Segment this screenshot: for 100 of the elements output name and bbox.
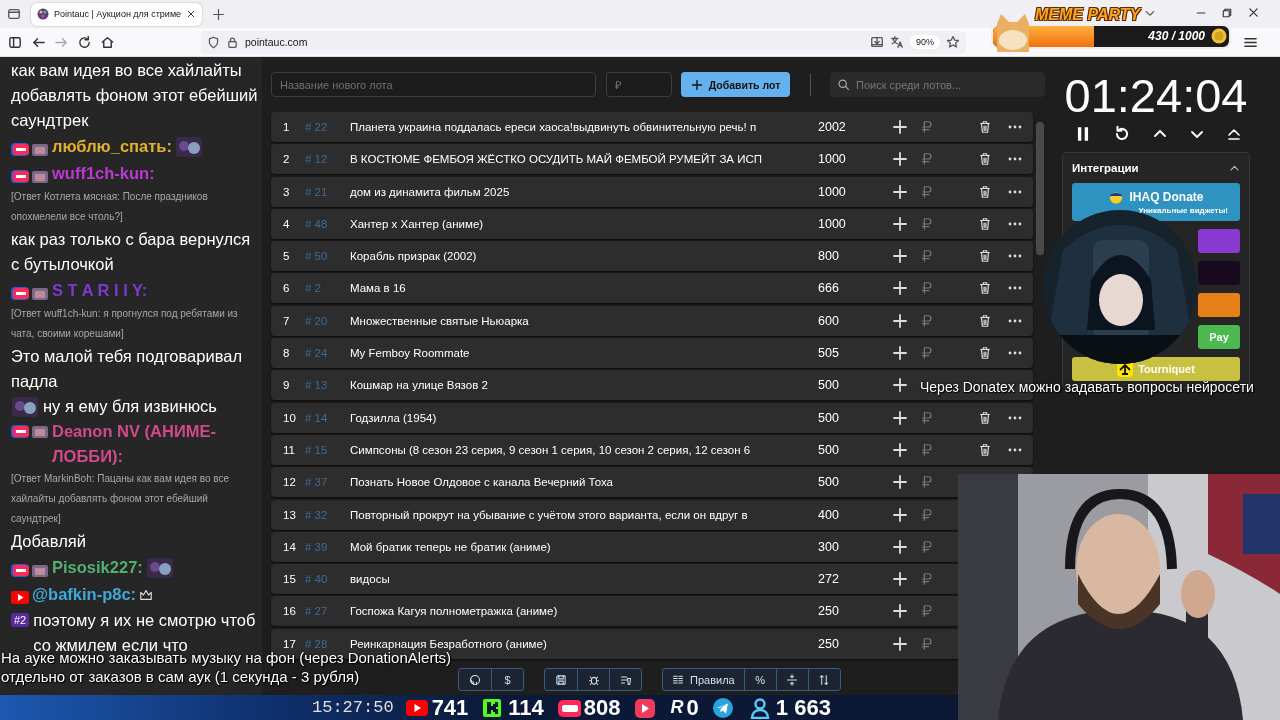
download-icon[interactable] bbox=[870, 35, 884, 49]
ruble-icon[interactable] bbox=[920, 604, 934, 619]
delete-icon[interactable] bbox=[978, 410, 992, 425]
lot-id: # 22 bbox=[305, 121, 329, 133]
close-tab-icon[interactable] bbox=[186, 9, 197, 19]
add-lot-button[interactable]: Добавить лот bbox=[681, 72, 790, 97]
add-icon[interactable] bbox=[892, 312, 908, 329]
username: Pisosik227: bbox=[52, 557, 143, 578]
bug-icon bbox=[587, 673, 600, 686]
delete-icon[interactable] bbox=[978, 313, 992, 328]
ruble-icon[interactable] bbox=[920, 475, 934, 490]
ruble-icon[interactable] bbox=[920, 346, 934, 361]
add-icon[interactable] bbox=[892, 571, 908, 588]
delete-icon[interactable] bbox=[978, 216, 992, 231]
ruble-icon[interactable] bbox=[920, 410, 934, 425]
tab-list-icon[interactable] bbox=[7, 7, 21, 21]
home-icon[interactable] bbox=[100, 34, 115, 50]
ruble-icon[interactable] bbox=[920, 120, 934, 134]
add-icon[interactable] bbox=[892, 474, 908, 491]
lot-index: 2 bbox=[283, 153, 291, 166]
lot-title: видосы bbox=[350, 573, 391, 586]
shield-icon[interactable] bbox=[207, 35, 220, 49]
lot-index: 9 bbox=[283, 379, 291, 392]
lot-index: 10 bbox=[283, 411, 297, 424]
subscriber-badge-icon bbox=[31, 425, 49, 439]
add-icon[interactable] bbox=[892, 377, 908, 394]
add-icon[interactable] bbox=[892, 345, 908, 362]
live-badge-icon bbox=[11, 563, 29, 577]
add-icon[interactable] bbox=[892, 183, 908, 200]
subscriber-badge-icon bbox=[31, 563, 49, 578]
new-tab-icon[interactable] bbox=[212, 7, 226, 21]
add-icon[interactable] bbox=[892, 603, 908, 620]
lot-id: # 2 bbox=[305, 282, 322, 295]
delete-icon[interactable] bbox=[978, 152, 992, 167]
add-icon[interactable] bbox=[892, 538, 908, 555]
restore-icon[interactable] bbox=[1221, 6, 1233, 19]
star-icon[interactable] bbox=[946, 35, 960, 49]
reset-icon[interactable] bbox=[1113, 125, 1131, 143]
add-icon[interactable] bbox=[892, 506, 908, 523]
subscriber-badge-icon bbox=[31, 286, 49, 301]
clock: 15:27:50 bbox=[312, 698, 394, 717]
live-badge-icon bbox=[11, 169, 29, 183]
lot-amount: 505 bbox=[817, 346, 840, 361]
username: Deanon NV (АНИМЕ-ЛОББИ): bbox=[52, 421, 218, 467]
sidebar-icon[interactable] bbox=[8, 34, 23, 50]
add-icon[interactable] bbox=[892, 248, 908, 265]
zoom-level[interactable]: 90% bbox=[910, 35, 940, 49]
viewer-count: 808 bbox=[583, 695, 621, 720]
viewer-count: 0 bbox=[686, 695, 699, 720]
play-badge-icon bbox=[11, 591, 29, 604]
delete-icon[interactable] bbox=[978, 249, 992, 264]
ruble-icon[interactable] bbox=[920, 313, 934, 328]
collapse-icon[interactable] bbox=[1226, 126, 1242, 142]
lot-id: # 48 bbox=[305, 217, 329, 230]
delete-icon[interactable] bbox=[978, 442, 992, 457]
add-icon[interactable] bbox=[892, 635, 908, 652]
delete-icon[interactable] bbox=[978, 346, 992, 361]
toolbar-button[interactable]: $ bbox=[491, 669, 523, 690]
search-field[interactable]: Поиск среди лотов... bbox=[830, 72, 1045, 97]
ruble-icon[interactable] bbox=[920, 249, 934, 264]
add-icon[interactable] bbox=[892, 119, 908, 135]
amount-field[interactable]: ₽ bbox=[606, 72, 672, 97]
add-icon[interactable] bbox=[892, 409, 908, 426]
scrollbar[interactable] bbox=[1036, 122, 1044, 255]
add-icon[interactable] bbox=[892, 215, 908, 232]
telegram-icon bbox=[711, 696, 736, 719]
translate-icon[interactable] bbox=[890, 35, 904, 49]
ruble-icon[interactable] bbox=[920, 216, 934, 231]
add-icon[interactable] bbox=[892, 151, 908, 168]
close-icon[interactable] bbox=[1247, 6, 1260, 19]
browser-tab[interactable]: Pointauc | Аукцион для стриме bbox=[31, 2, 203, 26]
delete-icon[interactable] bbox=[978, 184, 992, 199]
lot-amount: 500 bbox=[817, 442, 840, 457]
toolbar-button[interactable]: % bbox=[743, 669, 776, 690]
lot-id: # 20 bbox=[305, 314, 329, 327]
lot-index: 4 bbox=[283, 217, 291, 230]
lot-name-field[interactable]: Название нового лота bbox=[271, 72, 596, 97]
viewer-count: 114 bbox=[508, 695, 544, 720]
ruble-icon[interactable] bbox=[920, 442, 934, 457]
ruble-icon[interactable] bbox=[920, 572, 934, 587]
add-icon[interactable] bbox=[892, 441, 908, 458]
ruble-icon[interactable] bbox=[920, 539, 934, 554]
delete-icon[interactable] bbox=[978, 281, 992, 296]
ruble-icon[interactable] bbox=[920, 184, 934, 199]
lot-title: Кошмар на улице Вязов 2 bbox=[350, 379, 489, 392]
emote-icon bbox=[11, 395, 39, 419]
address-bar[interactable]: pointauc.com 90% bbox=[201, 30, 966, 54]
ruble-icon[interactable] bbox=[920, 636, 934, 651]
toolbar-button[interactable]: Правила bbox=[663, 669, 744, 690]
live-badge-icon bbox=[11, 286, 29, 300]
lot-id: # 14 bbox=[305, 411, 329, 424]
ruble-icon[interactable] bbox=[920, 507, 934, 522]
delete-icon[interactable] bbox=[978, 120, 992, 134]
reply-quote: [Ответ MarkinBoh: Пацаны как вам идея во все хайлайты добавлять фоном этот ебейший саундтрек] bbox=[11, 472, 230, 526]
ruble-icon[interactable] bbox=[920, 152, 934, 167]
add-icon[interactable] bbox=[892, 280, 908, 297]
lock-icon bbox=[226, 35, 239, 49]
widget-title: MEME PARTY bbox=[1035, 6, 1141, 24]
ruble-icon[interactable] bbox=[920, 281, 934, 296]
reload-icon[interactable] bbox=[77, 34, 92, 50]
